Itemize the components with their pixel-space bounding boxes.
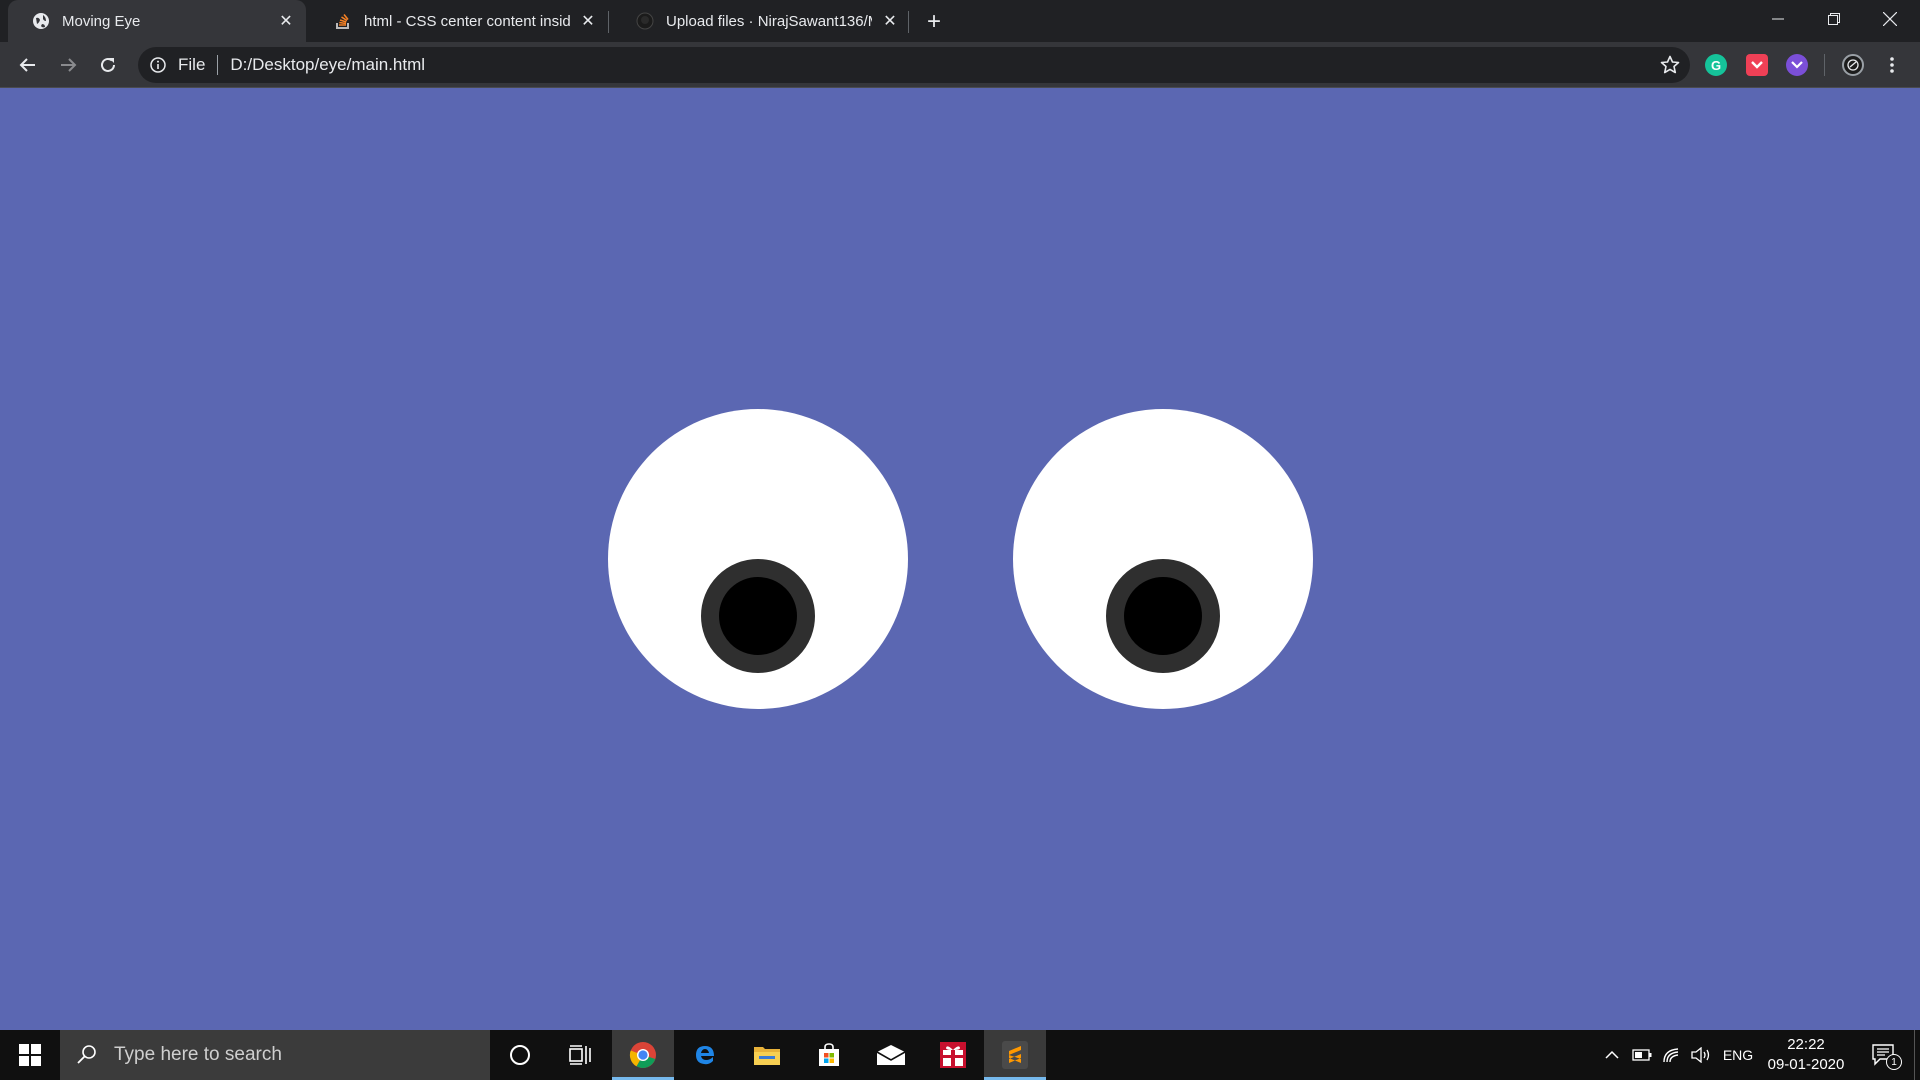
- globe-icon: [32, 12, 50, 30]
- battery-glyph: [1632, 1049, 1652, 1061]
- search-icon: [77, 1045, 96, 1064]
- grammarly-glyph: G: [1710, 57, 1722, 73]
- tab-moving-eye[interactable]: Moving Eye ✕: [8, 0, 306, 42]
- grammarly-icon[interactable]: G: [1705, 54, 1727, 76]
- edge-icon[interactable]: [674, 1030, 736, 1080]
- chrome-icon[interactable]: [612, 1030, 674, 1080]
- browser-toolbar: File D:/Desktop/eye/main.html G: [0, 42, 1920, 88]
- url-text[interactable]: D:/Desktop/eye/main.html: [230, 55, 425, 75]
- task-view-glyph: [569, 1045, 591, 1065]
- github-icon: [636, 12, 654, 30]
- url-scheme-label: File: [178, 55, 206, 74]
- tab-title: Upload files · NirajSawant136/Mc: [666, 12, 872, 30]
- forward-button[interactable]: [52, 49, 84, 81]
- store-icon[interactable]: [798, 1030, 860, 1080]
- gift-app-icon[interactable]: [922, 1030, 984, 1080]
- tab-github-upload[interactable]: Upload files · NirajSawant136/Mc ✕: [612, 0, 910, 42]
- volume-icon[interactable]: [1688, 1030, 1716, 1080]
- envelope-glyph: [876, 1045, 906, 1065]
- task-view-icon[interactable]: [550, 1030, 610, 1080]
- chevron-up-icon: [1605, 1050, 1619, 1059]
- clock-time: 22:22: [1787, 1036, 1825, 1053]
- new-tab-button[interactable]: +: [920, 8, 948, 36]
- notification-count-badge: 1: [1886, 1054, 1902, 1070]
- clock-date: 09-01-2020: [1767, 1056, 1845, 1073]
- close-window-button[interactable]: [1862, 0, 1918, 38]
- right-eye: [1013, 409, 1313, 709]
- folder-glyph: [754, 1047, 780, 1065]
- mail-icon[interactable]: [860, 1030, 922, 1080]
- battery-icon[interactable]: [1628, 1030, 1656, 1080]
- action-center-button[interactable]: 1: [1862, 1030, 1906, 1080]
- left-eye: [608, 409, 908, 709]
- close-icon: [1883, 12, 1897, 26]
- right-pupil: [1106, 559, 1220, 673]
- sublime-text-icon[interactable]: [984, 1030, 1046, 1080]
- vimeo-extension-icon[interactable]: [1786, 54, 1808, 76]
- speaker-glyph: [1691, 1047, 1710, 1063]
- taskbar: Type here to search ENG 22:22 09-01-2020…: [0, 1030, 1920, 1080]
- reload-button[interactable]: [92, 49, 124, 81]
- toolbar-divider: [1824, 54, 1825, 76]
- close-tab-icon[interactable]: ✕: [578, 11, 598, 31]
- tab-title: Moving Eye: [62, 12, 141, 30]
- profile-avatar[interactable]: [1842, 54, 1864, 76]
- close-tab-icon[interactable]: ✕: [880, 11, 900, 31]
- sublime-logo: [1002, 1041, 1028, 1069]
- show-desktop-button[interactable]: [1914, 1030, 1915, 1080]
- tab-separator: [908, 11, 909, 33]
- tab-separator: [608, 11, 609, 33]
- address-bar[interactable]: File D:/Desktop/eye/main.html: [138, 47, 1690, 83]
- tab-title: html - CSS center content inside: [364, 12, 570, 30]
- tab-strip: Moving Eye ✕ html - CSS center content i…: [0, 0, 1920, 42]
- screen: Moving Eye ✕ html - CSS center content i…: [0, 0, 1920, 1080]
- store-bag-glyph: [819, 1043, 839, 1066]
- tab-stackoverflow[interactable]: html - CSS center content inside ✕: [310, 0, 608, 42]
- minimize-icon: [1772, 18, 1784, 20]
- chrome-menu-button[interactable]: [1878, 49, 1906, 81]
- minimize-button[interactable]: [1750, 0, 1806, 38]
- arrow-right-icon: [61, 58, 77, 72]
- pocket-icon[interactable]: [1746, 54, 1768, 76]
- chrome-logo: [629, 1042, 656, 1069]
- language-indicator[interactable]: ENG: [1718, 1030, 1758, 1080]
- pocket-chevron-icon: [1751, 61, 1763, 69]
- arrow-left-icon: [19, 58, 35, 72]
- bookmark-star-icon[interactable]: [1660, 55, 1680, 75]
- back-button[interactable]: [12, 49, 44, 81]
- start-button[interactable]: [0, 1030, 60, 1080]
- gift-glyph: [940, 1042, 966, 1068]
- kebab-menu-icon: [1890, 57, 1894, 73]
- chevron-down-icon: [1791, 61, 1803, 69]
- scheme-divider: [217, 55, 219, 75]
- left-pupil: [701, 559, 815, 673]
- cortana-icon[interactable]: [490, 1030, 550, 1080]
- taskbar-search-box[interactable]: Type here to search: [60, 1030, 490, 1080]
- edge-logo: [696, 1046, 714, 1065]
- reload-icon: [101, 57, 115, 72]
- file-explorer-icon[interactable]: [736, 1030, 798, 1080]
- wifi-icon[interactable]: [1658, 1030, 1686, 1080]
- restore-button[interactable]: [1806, 0, 1862, 38]
- clock[interactable]: 22:22 09-01-2020: [1758, 1035, 1854, 1075]
- cortana-ring: [510, 1045, 530, 1065]
- language-label: ENG: [1722, 1047, 1754, 1063]
- close-tab-icon[interactable]: ✕: [276, 11, 296, 31]
- info-icon[interactable]: [150, 57, 166, 73]
- windows-logo-icon: [19, 1044, 41, 1066]
- show-hidden-icons-button[interactable]: [1598, 1030, 1626, 1080]
- wifi-glyph: [1663, 1048, 1679, 1063]
- stackoverflow-icon: [334, 12, 352, 30]
- page-content: [0, 88, 1920, 1030]
- search-placeholder: Type here to search: [114, 1044, 282, 1065]
- restore-icon: [1828, 13, 1840, 25]
- avatar-icon: [1847, 59, 1859, 71]
